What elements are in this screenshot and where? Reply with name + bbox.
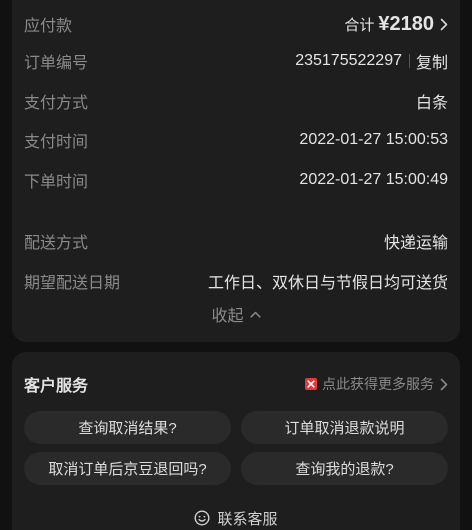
expected-delivery-date-label: 期望配送日期 [24,275,121,292]
order-time-row: 下单时间 2022-01-27 15:00:49 [24,168,448,192]
expected-delivery-date-value: 工作日、双休日与节假日均可送货 [207,275,448,292]
payment-time-row: 支付时间 2022-01-27 15:00:53 [24,128,448,152]
payment-method-row: 支付方式 白条 [24,89,448,113]
order-number-label: 订单编号 [24,55,89,72]
service-questions-grid: 查询取消结果? 订单取消退款说明 取消订单后京豆退回吗? 查询我的退款? [24,411,448,485]
question-refund-explanation-button[interactable]: 订单取消退款说明 [241,411,448,444]
order-number-value: 235175522297 [295,52,402,69]
more-services-link[interactable]: 点此获得更多服务 [305,374,448,394]
delivery-method-row: 配送方式 快递运输 [24,229,448,253]
total-amount: ¥2180 [378,12,434,35]
order-number-value-group: 235175522297 复制 [295,49,448,73]
customer-service-title: 客户服务 [24,378,89,395]
question-cancel-result-button[interactable]: 查询取消结果? [24,411,231,444]
copy-button[interactable]: 复制 [416,49,448,73]
order-time-value: 2022-01-27 15:00:49 [299,171,448,188]
payment-time-value: 2022-01-27 15:00:53 [299,131,448,148]
total-prefix: 合计 [344,16,375,34]
expected-delivery-date-row: 期望配送日期 工作日、双休日与节假日均可送货 [24,269,448,293]
contact-service-label: 联系客服 [217,510,278,528]
amount-due-value[interactable]: 合计 ¥2180 [344,13,448,36]
customer-service-icon [194,510,210,526]
more-services-label: 点此获得更多服务 [322,376,434,392]
payment-method-value: 白条 [415,95,448,112]
amount-due-label: 应付款 [24,18,73,35]
question-jingdou-return-button[interactable]: 取消订单后京豆退回吗? [24,452,231,485]
customer-service-card: 客户服务 点此获得更多服务 查询取消结果? 订单取消退款说明 取消订单后京豆退回… [12,352,460,530]
chevron-up-icon [249,311,261,318]
order-number-row: 订单编号 235175522297 复制 [24,49,448,73]
payment-method-label: 支付方式 [24,95,89,112]
customer-service-header: 客户服务 点此获得更多服务 [24,372,448,396]
chevron-right-icon [440,378,448,391]
collapse-label: 收起 [211,308,244,325]
contact-service-button[interactable]: 联系客服 [12,506,460,530]
payment-time-label: 支付时间 [24,134,89,151]
delivery-method-label: 配送方式 [24,235,89,252]
delivery-method-value: 快递运输 [383,235,448,252]
order-details-card: 应付款 合计 ¥2180 订单编号 235175522297 复制 支付方式 白… [12,0,460,342]
chevron-right-icon[interactable] [440,18,448,31]
question-my-refund-button[interactable]: 查询我的退款? [241,452,448,485]
amount-due-row[interactable]: 应付款 合计 ¥2180 [24,12,448,36]
collapse-button[interactable]: 收起 [12,302,460,326]
service-badge-icon [305,378,317,390]
copy-divider [408,54,410,68]
order-time-label: 下单时间 [24,174,89,191]
